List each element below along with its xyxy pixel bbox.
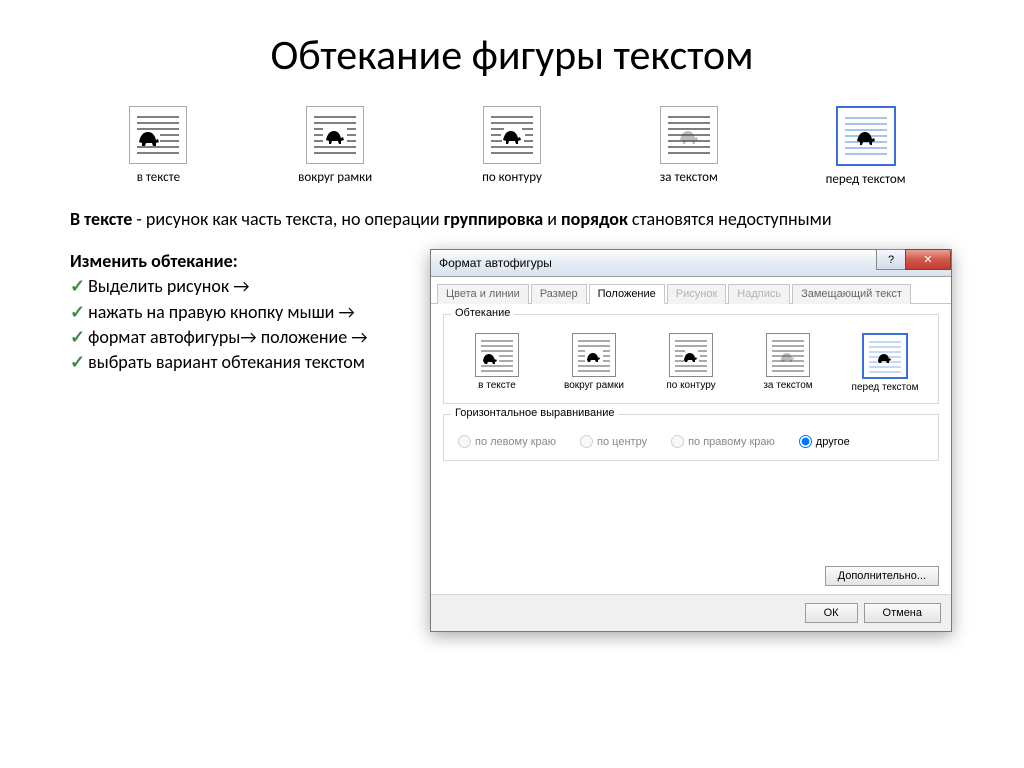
cancel-button[interactable]: Отмена [864,603,941,623]
align-center[interactable]: по центру [580,435,647,448]
dialog-titlebar: Формат автофигуры ? ✕ [431,250,951,277]
slide-title: Обтекание фигуры текстом [0,0,1024,91]
wrap-inline-label: в тексте [113,170,203,185]
dlg-wrap-behind-icon [766,333,810,377]
align-right[interactable]: по правому краю [671,435,775,448]
wrap-tight-icon [483,106,541,164]
format-autoshape-dialog: Формат автофигуры ? ✕ Цвета и линии Разм… [430,249,952,632]
group-align: Горизонтальное выравнивание по левому кр… [443,414,939,461]
ok-button[interactable]: ОК [805,603,858,623]
instructions-heading: Изменить обтекание: [70,249,410,274]
dlg-wrap-inline[interactable]: в тексте [458,333,536,393]
wrap-square[interactable]: вокруг рамки [290,106,380,187]
tab-size[interactable]: Размер [531,284,587,304]
dlg-wrap-behind[interactable]: за текстом [749,333,827,393]
group-wrap-title: Обтекание [451,307,514,319]
tab-bar: Цвета и линии Размер Положение Рисунок Н… [431,277,951,304]
dlg-wrap-square[interactable]: вокруг рамки [555,333,633,393]
dlg-wrap-inline-icon [475,333,519,377]
wrap-tight-label: по контуру [467,170,557,185]
tab-alttext[interactable]: Замещающий текст [792,284,911,304]
dialog-title: Формат автофигуры [439,256,552,270]
group-align-title: Горизонтальное выравнивание [451,407,618,419]
advanced-button[interactable]: Дополнительно... [825,566,939,586]
dlg-wrap-square-label: вокруг рамки [555,380,633,391]
dlg-wrap-behind-label: за текстом [749,380,827,391]
wrap-front-icon [836,106,896,166]
wrap-options-row: в тексте вокруг рамки по контуру за текс… [0,106,1024,187]
instructions: Изменить обтекание: ✓Выделить рисунок → … [70,249,410,375]
wrap-square-label: вокруг рамки [290,170,380,185]
instr-step-2: ✓нажать на правую кнопку мыши → [70,300,410,325]
description: В тексте - рисунок как часть текста, но … [0,187,1024,239]
instr-step-3: ✓формат автофигуры→ положение → [70,325,410,350]
help-button[interactable]: ? [876,249,906,270]
instr-step-4: ✓выбрать вариант обтекания текстом [70,350,410,375]
wrap-inline-icon [129,106,187,164]
tab-picture: Рисунок [667,284,727,304]
wrap-behind[interactable]: за текстом [644,106,734,187]
wrap-square-icon [306,106,364,164]
tab-textbox: Надпись [728,284,790,304]
tab-colors[interactable]: Цвета и линии [437,284,529,304]
wrap-behind-label: за текстом [644,170,734,185]
align-left[interactable]: по левому краю [458,435,556,448]
dlg-wrap-tight-icon [669,333,713,377]
dialog-footer: ОК Отмена [431,594,951,631]
wrap-tight[interactable]: по контуру [467,106,557,187]
dlg-wrap-inline-label: в тексте [458,380,536,391]
align-other[interactable]: другое [799,435,850,448]
dlg-wrap-tight-label: по контуру [652,380,730,391]
instr-step-1: ✓Выделить рисунок → [70,274,410,299]
wrap-behind-icon [660,106,718,164]
dlg-wrap-tight[interactable]: по контуру [652,333,730,393]
wrap-front[interactable]: перед текстом [821,106,911,187]
wrap-inline[interactable]: в тексте [113,106,203,187]
dlg-wrap-front-icon [862,333,908,379]
wrap-front-label: перед текстом [821,172,911,187]
group-wrap: Обтекание в тексте вокруг рамки по конту… [443,314,939,404]
close-button[interactable]: ✕ [905,249,951,270]
dlg-wrap-square-icon [572,333,616,377]
tab-position[interactable]: Положение [589,284,665,304]
dlg-wrap-front-label: перед текстом [846,382,924,393]
dlg-wrap-front[interactable]: перед текстом [846,333,924,393]
